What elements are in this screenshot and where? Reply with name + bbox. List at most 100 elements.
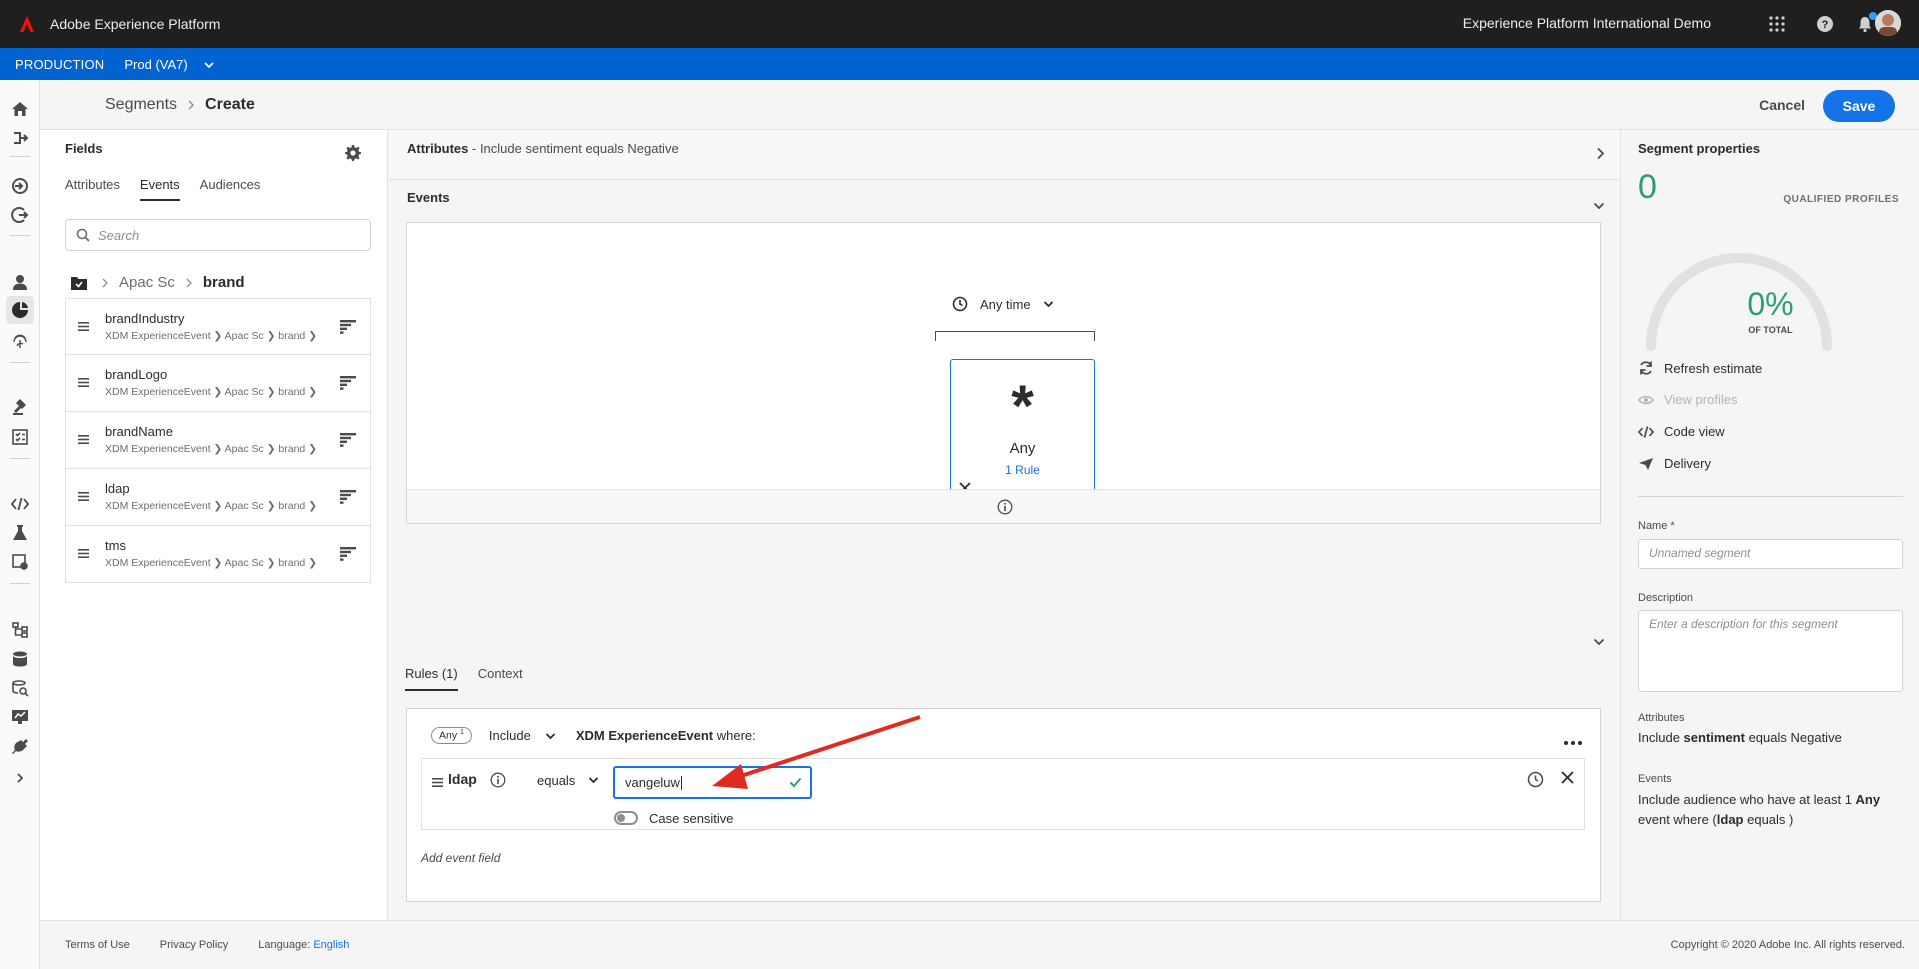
tab-attributes[interactable]: Attributes <box>65 177 120 201</box>
info-icon[interactable] <box>997 499 1013 518</box>
list-item[interactable]: tms XDM ExperienceEvent ❯ Apac Sc ❯ bran… <box>65 526 371 583</box>
attributes-label: Attributes <box>407 141 469 156</box>
view-profiles-button[interactable]: View profiles <box>1638 392 1737 407</box>
rule-header: Any 1 Include XDM ExperienceEvent where: <box>431 727 756 744</box>
plugin-icon[interactable] <box>8 735 32 759</box>
destinations-icon[interactable] <box>8 203 32 227</box>
search-input[interactable]: Search <box>65 219 371 251</box>
page-header: Segments Create Cancel Save <box>40 80 1919 130</box>
gear-icon[interactable] <box>345 145 361 164</box>
sources-icon[interactable] <box>8 174 32 198</box>
datasets-icon[interactable] <box>8 647 32 671</box>
home-icon[interactable] <box>8 97 32 121</box>
privacy-link[interactable]: Privacy Policy <box>160 939 228 951</box>
user-avatar[interactable] <box>1875 10 1901 36</box>
code-icon[interactable] <box>8 492 32 516</box>
segments-icon[interactable] <box>6 296 34 324</box>
drag-handle-icon[interactable] <box>78 375 89 390</box>
breadcrumb-segments[interactable]: Segments <box>105 96 177 114</box>
field-summary-icon[interactable] <box>340 433 356 450</box>
event-card-rule-link[interactable]: 1 Rule <box>951 463 1094 477</box>
help-icon[interactable]: ? <box>1813 12 1837 36</box>
drag-handle-icon[interactable] <box>78 319 89 334</box>
dashboards-icon[interactable] <box>8 705 32 729</box>
time-constraint-dropdown[interactable]: Any time <box>952 296 1054 312</box>
settings-monitor-icon[interactable] <box>8 550 32 574</box>
condition-field: ldap <box>448 771 477 787</box>
field-summary-icon[interactable] <box>340 320 356 337</box>
eye-icon <box>1638 395 1654 404</box>
drag-handle-icon[interactable] <box>78 489 89 504</box>
properties-title: Segment properties <box>1638 141 1761 156</box>
segment-description-input[interactable]: Enter a description for this segment <box>1638 610 1903 692</box>
chevron-right-icon[interactable] <box>1596 147 1605 163</box>
chevron-down-icon[interactable] <box>1593 634 1605 649</box>
rule-where: where: <box>713 727 756 743</box>
terms-link[interactable]: Terms of Use <box>65 939 130 951</box>
field-summary-icon[interactable] <box>340 547 356 564</box>
notifications-icon[interactable] <box>1853 12 1877 36</box>
info-icon[interactable] <box>490 772 506 791</box>
tab-context[interactable]: Context <box>478 666 523 691</box>
events-section-title: Events <box>407 190 450 205</box>
chevron-down-icon[interactable] <box>1593 198 1605 213</box>
app-title[interactable]: Adobe Experience Platform <box>50 16 220 32</box>
event-card[interactable]: * Any 1 Rule <box>950 359 1095 506</box>
tab-rules[interactable]: Rules (1) <box>405 666 458 691</box>
segment-canvas: Attributes - Include sentiment equals Ne… <box>389 130 1620 920</box>
qualified-count: 0 <box>1638 168 1657 206</box>
drag-handle-icon[interactable] <box>78 546 89 561</box>
monitoring-icon[interactable] <box>8 425 32 449</box>
refresh-icon <box>1640 361 1652 375</box>
chevron-down-icon[interactable] <box>588 772 599 787</box>
org-name[interactable]: Experience Platform International Demo <box>1463 15 1711 31</box>
chevron-down-icon[interactable] <box>545 728 556 743</box>
refresh-estimate-button[interactable]: Refresh estimate <box>1638 360 1762 376</box>
adobe-logo-icon[interactable] <box>16 13 38 35</box>
save-button[interactable]: Save <box>1823 90 1895 122</box>
list-item[interactable]: ldap XDM ExperienceEvent ❯ Apac Sc ❯ bra… <box>65 469 371 526</box>
list-item[interactable]: brandName XDM ExperienceEvent ❯ Apac Sc … <box>65 412 371 469</box>
schemas-icon[interactable] <box>8 618 32 642</box>
delivery-button[interactable]: Delivery <box>1638 456 1711 471</box>
rule-entity-name: XDM ExperienceEvent <box>575 727 714 743</box>
add-event-field-button[interactable]: Add event field <box>421 851 500 865</box>
folder-icon[interactable] <box>71 276 87 290</box>
identities-icon[interactable] <box>8 329 32 353</box>
expand-nav-icon[interactable] <box>8 766 32 790</box>
language-selector[interactable]: Language: English <box>258 939 349 951</box>
segment-properties-panel: Segment properties 0 QUALIFIED PROFILES … <box>1620 130 1919 920</box>
segment-name-input[interactable]: Unnamed segment <box>1638 539 1903 569</box>
policies-icon[interactable] <box>8 396 32 420</box>
any-badge-count: 1 <box>460 729 464 736</box>
path-parent[interactable]: Apac Sc <box>119 274 175 291</box>
clock-icon[interactable] <box>1527 771 1544 791</box>
list-item[interactable]: brandIndustry XDM ExperienceEvent ❯ Apac… <box>65 298 371 355</box>
close-icon[interactable] <box>1561 771 1574 787</box>
queries-icon[interactable] <box>8 676 32 700</box>
operator-dropdown[interactable]: equals <box>537 773 575 788</box>
list-item[interactable]: brandLogo XDM ExperienceEvent ❯ Apac Sc … <box>65 355 371 412</box>
sandbox-name[interactable]: Prod (VA7) <box>124 57 187 72</box>
code-view-button[interactable]: Code view <box>1638 424 1725 439</box>
case-sensitive-toggle[interactable] <box>614 811 638 825</box>
more-options-icon[interactable] <box>1564 733 1582 748</box>
flask-icon[interactable] <box>8 521 32 545</box>
field-summary-icon[interactable] <box>340 490 356 507</box>
page-title: Create <box>205 96 255 113</box>
chevron-down-icon[interactable] <box>204 57 214 72</box>
profiles-icon[interactable] <box>8 270 32 294</box>
tab-audiences[interactable]: Audiences <box>200 177 261 201</box>
any-count-badge[interactable]: Any 1 <box>431 727 472 744</box>
tab-events[interactable]: Events <box>139 177 180 201</box>
value-input[interactable]: vangeluw <box>613 766 812 799</box>
workflows-icon[interactable] <box>8 126 32 150</box>
attributes-summary-bar[interactable]: Attributes - Include sentiment equals Ne… <box>389 130 1620 180</box>
app-switcher-icon[interactable] <box>1765 12 1789 36</box>
include-dropdown[interactable]: Include <box>489 728 531 743</box>
drag-handle-icon[interactable] <box>78 432 89 447</box>
cancel-button[interactable]: Cancel <box>1759 97 1805 113</box>
drag-handle-icon[interactable] <box>432 775 443 790</box>
attributes-summary-text: Include sentiment equals Negative <box>1638 730 1842 745</box>
field-summary-icon[interactable] <box>340 376 356 393</box>
